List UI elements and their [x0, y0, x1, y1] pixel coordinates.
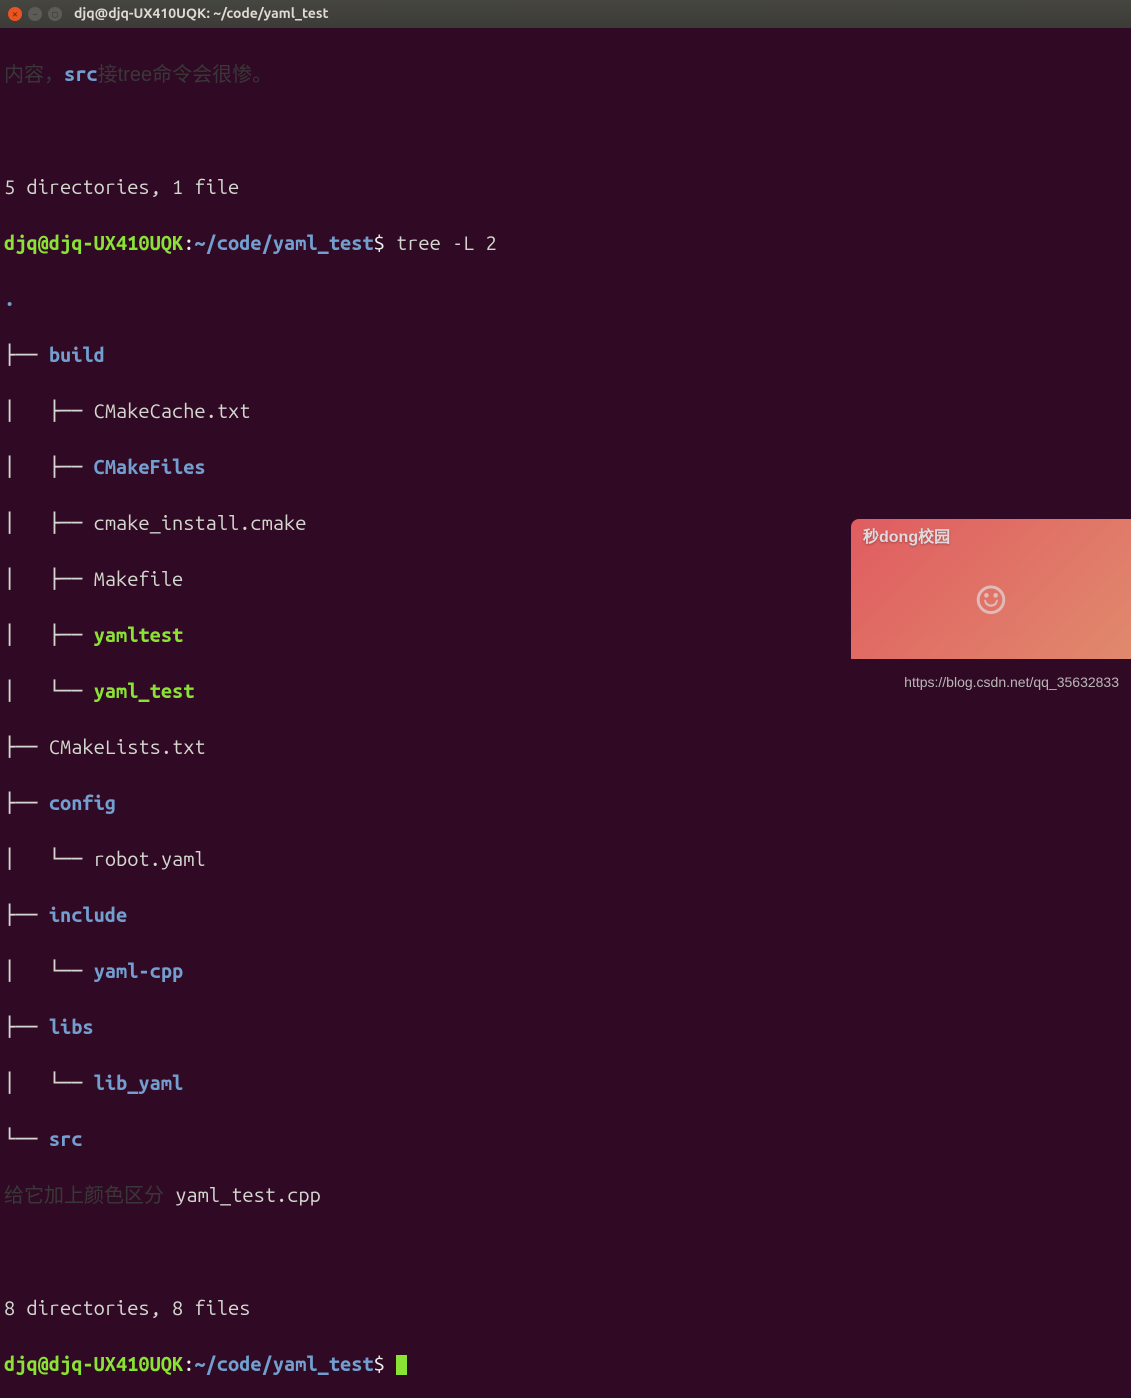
tree-summary: 8 directories, 8 files	[4, 1296, 250, 1319]
tree-root: .	[4, 287, 15, 310]
titlebar: ✕ − ▢ djq@djq-UX410UQK: ~/code/yaml_test	[0, 0, 1131, 28]
tree-dir: build	[49, 343, 105, 366]
tree-summary: 5 directories, 1 file	[4, 175, 239, 198]
prompt-colon: :	[183, 231, 194, 254]
tree-last: └──	[4, 1127, 49, 1150]
terminal-output[interactable]: 内容，src接tree命令会很惨。 5 directories, 1 file …	[0, 28, 1131, 1398]
prompt-dollar: $	[374, 231, 385, 254]
tree-file: yaml_test.cpp	[175, 1183, 321, 1206]
tree-file: CMakeLists.txt	[49, 735, 206, 758]
tree-dir: src	[49, 1127, 83, 1150]
tree-branch: ├──	[49, 455, 94, 478]
window-title: djq@djq-UX410UQK: ~/code/yaml_test	[74, 4, 328, 24]
watermark-text: https://blog.csdn.net/qq_35632833	[904, 673, 1119, 693]
tree-last: └──	[49, 959, 94, 982]
tree-branch: ├──	[49, 623, 94, 646]
prompt-user: djq@djq-UX410UQK	[4, 1352, 183, 1375]
tree-dir: lib_yaml	[94, 1071, 184, 1094]
tree-file: Makefile	[94, 567, 184, 590]
tree-dir: config	[49, 791, 116, 814]
tree-last: └──	[49, 1071, 94, 1094]
close-icon[interactable]: ✕	[8, 7, 22, 21]
tree-pipe: │	[4, 399, 49, 422]
tree-exec: yamltest	[94, 623, 184, 646]
prompt-colon: :	[183, 1352, 194, 1375]
minimize-icon[interactable]: −	[28, 7, 42, 21]
tree-file: robot.yaml	[94, 847, 206, 870]
tree-dir: libs	[49, 1015, 94, 1038]
tree-entry: src	[64, 62, 98, 85]
window-controls: ✕ − ▢	[8, 7, 62, 21]
tree-branch: ├──	[4, 735, 49, 758]
tree-file: CMakeCache.txt	[94, 399, 251, 422]
tree-branch: ├──	[4, 791, 49, 814]
tree-branch: ├──	[4, 903, 49, 926]
tree-pipe: │	[4, 455, 49, 478]
maximize-icon[interactable]: ▢	[48, 7, 62, 21]
tree-dir: yaml-cpp	[94, 959, 184, 982]
tree-pipe: │	[4, 847, 49, 870]
prompt-path: ~/code/yaml_test	[194, 231, 373, 254]
cursor-icon	[396, 1355, 407, 1375]
tree-branch: ├──	[49, 567, 94, 590]
tree-branch: ├──	[49, 399, 94, 422]
prompt-user: djq@djq-UX410UQK	[4, 231, 183, 254]
tree-last	[164, 1183, 175, 1206]
shadow-text: 接tree命令会很惨。	[98, 64, 272, 86]
tree-pipe: │	[4, 959, 49, 982]
tree-branch: ├──	[4, 1015, 49, 1038]
tree-dir: CMakeFiles	[94, 455, 206, 478]
tree-pipe: │	[4, 567, 49, 590]
prompt-path: ~/code/yaml_test	[194, 1352, 373, 1375]
tree-pipe: │	[4, 1071, 49, 1094]
ad-logo-text: 秒dong校园	[863, 527, 1119, 549]
ad-mascot-icon: ☺	[863, 549, 1119, 651]
tree-pipe: │	[4, 511, 49, 534]
tree-branch: ├──	[49, 511, 94, 534]
tree-dir: include	[49, 903, 127, 926]
shadow-text: 给它加上颜色区分	[4, 1185, 164, 1207]
tree-file: cmake_install.cmake	[94, 511, 307, 534]
tree-last: └──	[49, 847, 94, 870]
shadow-text: 内容，	[4, 64, 64, 86]
tree-branch: ├──	[4, 343, 49, 366]
command-text: tree -L 2	[385, 231, 497, 254]
tree-pipe: │	[4, 623, 49, 646]
ad-overlay[interactable]: 秒dong校园 ☺	[851, 519, 1131, 659]
prompt-dollar: $	[374, 1352, 385, 1375]
